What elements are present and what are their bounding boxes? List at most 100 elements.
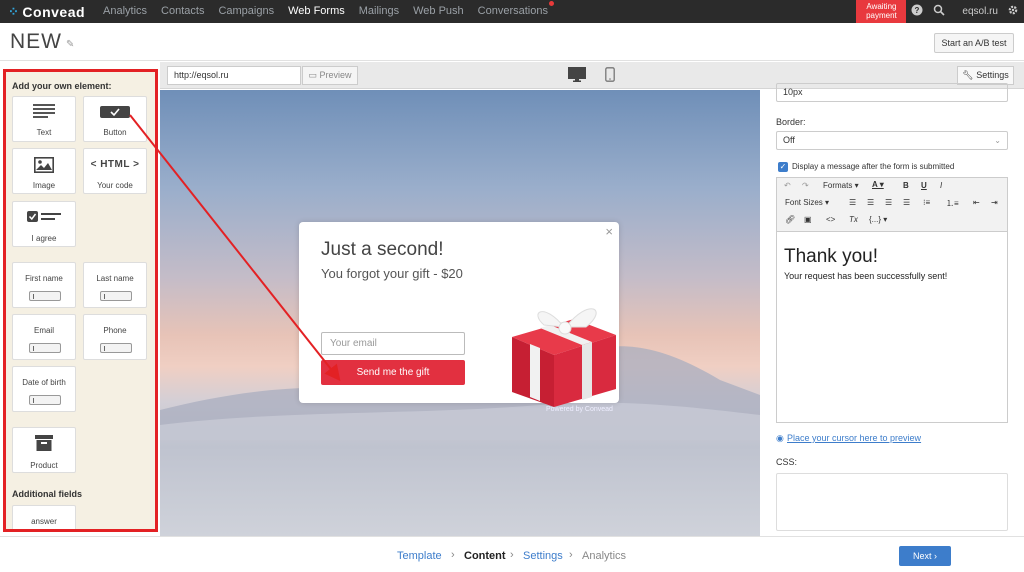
undo-icon[interactable]: ↶ [784, 181, 791, 190]
indent-icon[interactable]: ⇥ [991, 198, 998, 207]
element-code[interactable]: < HTML > Your code [83, 148, 147, 194]
pencil-icon[interactable]: ✎ [66, 39, 74, 50]
step-separator-icon: › [569, 549, 573, 561]
help-icon[interactable]: ? [906, 4, 928, 19]
popup-email-input[interactable]: Your email [321, 332, 465, 355]
align-right-icon[interactable]: ☰ [885, 198, 892, 207]
logo-icon: ⁘ [8, 3, 20, 19]
last-name-input-preview [100, 291, 132, 301]
popup-subtitle[interactable]: You forgot your gift - $20 [321, 266, 463, 281]
button-icon [84, 106, 146, 120]
outdent-icon[interactable]: ⇤ [973, 198, 980, 207]
element-agree-label: I agree [31, 234, 57, 243]
step-separator-icon: › [510, 549, 514, 561]
gear-icon[interactable] [1002, 4, 1024, 19]
logo-text: Convead [22, 3, 86, 20]
variables-dropdown[interactable]: {...} ▾ [869, 215, 887, 224]
numbered-list-icon[interactable]: ⒈≡ [946, 198, 959, 209]
nav-right: Awaiting payment ? eqsol.ru [856, 0, 1024, 23]
padding-input[interactable]: 10px [776, 83, 1008, 102]
element-answer[interactable]: answer [12, 505, 76, 529]
dob-input-preview [29, 395, 61, 405]
font-sizes-dropdown[interactable]: Font Sizes ▾ [785, 198, 829, 207]
align-justify-icon[interactable]: ☰ [903, 198, 910, 207]
form-popup[interactable]: × Just a second! You forgot your gift - … [299, 222, 619, 407]
mobile-icon[interactable] [605, 67, 615, 85]
monitor-small-icon: ▭ [308, 70, 317, 80]
formats-dropdown[interactable]: Formats ▾ [823, 181, 859, 190]
step-template[interactable]: Template [397, 550, 442, 562]
message-editor[interactable]: ↶ ↷ Formats ▾ A ▾ B U I Font Sizes ▾ ☰ ☰… [776, 177, 1008, 423]
link-icon[interactable]: 🔗︎ [785, 215, 795, 224]
message-checkbox[interactable]: ✓ [778, 162, 788, 172]
product-box-icon [13, 435, 75, 453]
gift-box-image [512, 308, 616, 407]
nav-mailings[interactable]: Mailings [352, 0, 406, 23]
element-product[interactable]: Product [12, 427, 76, 473]
bullet-list-icon[interactable]: ⁝≡ [923, 198, 930, 207]
nav-web-forms[interactable]: Web Forms [281, 0, 352, 23]
step-content[interactable]: Content [464, 550, 506, 562]
border-select[interactable]: Off ⌄ [776, 131, 1008, 150]
nav-contacts[interactable]: Contacts [154, 0, 211, 23]
element-email[interactable]: Email [12, 314, 76, 360]
element-phone[interactable]: Phone [83, 314, 147, 360]
thank-you-message[interactable]: Your request has been successfully sent! [784, 271, 947, 281]
properties-panel: 10px Border: Off ⌄ ✓ Display a message a… [768, 83, 1024, 536]
preview-button[interactable]: ▭ Preview [302, 66, 358, 85]
form-preview-canvas[interactable]: × Just a second! You forgot your gift - … [160, 90, 760, 536]
step-analytics[interactable]: Analytics [582, 550, 626, 562]
account-name[interactable]: eqsol.ru [950, 6, 1002, 17]
clear-format-icon[interactable]: Tx [849, 215, 858, 224]
source-code-icon[interactable]: <> [826, 215, 835, 224]
element-date-of-birth[interactable]: Date of birth [12, 366, 76, 412]
thank-you-title[interactable]: Thank you! [784, 246, 878, 268]
nav-campaigns[interactable]: Campaigns [211, 0, 281, 23]
ab-test-button[interactable]: Start an A/B test [934, 33, 1014, 53]
text-lines-icon [13, 104, 75, 120]
element-last-name[interactable]: Last name [83, 262, 147, 308]
border-label: Border: [776, 117, 806, 127]
element-text-label: Text [36, 128, 52, 137]
text-color-icon[interactable]: A ▾ [872, 180, 884, 189]
step-separator-icon: › [451, 549, 455, 561]
element-first-name[interactable]: First name [12, 262, 76, 308]
checkbox-icon [13, 211, 75, 225]
nav-analytics[interactable]: Analytics [96, 0, 154, 23]
popup-title[interactable]: Just a second! [321, 239, 444, 261]
search-icon[interactable] [928, 4, 950, 19]
desktop-icon[interactable] [568, 67, 586, 85]
element-last-name-label: Last name [96, 274, 134, 283]
powered-by[interactable]: Powered by Convead [546, 406, 613, 413]
element-button[interactable]: Button [83, 96, 147, 142]
nav-web-push[interactable]: Web Push [406, 0, 471, 23]
html-code-icon: < HTML > [90, 159, 140, 170]
step-settings[interactable]: Settings [523, 550, 563, 562]
element-text[interactable]: Text [12, 96, 76, 142]
element-answer-label: answer [31, 517, 57, 526]
formats-label: Formats [823, 181, 853, 190]
send-gift-button[interactable]: Send me the gift [321, 360, 465, 385]
additional-fields-heading: Additional fields [12, 489, 83, 499]
insert-image-icon[interactable]: ▣ [804, 215, 812, 224]
popup-close-icon[interactable]: × [605, 224, 613, 239]
nav-conversations[interactable]: Conversations [471, 0, 555, 23]
element-email-label: Email [33, 326, 54, 335]
bold-icon[interactable]: B [903, 181, 909, 190]
page-title: NEW [10, 30, 62, 53]
next-button[interactable]: Next › [899, 546, 951, 566]
align-center-icon[interactable]: ☰ [867, 198, 874, 207]
convead-logo[interactable]: ⁘ Convead [0, 0, 96, 23]
element-agree[interactable]: I agree [12, 201, 76, 247]
preview-cursor-link[interactable]: Place your cursor here to preview [787, 433, 921, 443]
italic-icon[interactable]: I [940, 181, 942, 190]
preview-url-input[interactable]: http://eqsol.ru [167, 66, 301, 85]
element-first-name-label: First name [25, 274, 63, 283]
element-image[interactable]: Image [12, 148, 76, 194]
css-textarea[interactable] [776, 473, 1008, 531]
redo-icon[interactable]: ↷ [802, 181, 809, 190]
align-left-icon[interactable]: ☰ [849, 198, 856, 207]
underline-icon[interactable]: U [921, 181, 927, 190]
first-name-input-preview [29, 291, 61, 301]
awaiting-payment-badge[interactable]: Awaiting payment [856, 0, 907, 23]
